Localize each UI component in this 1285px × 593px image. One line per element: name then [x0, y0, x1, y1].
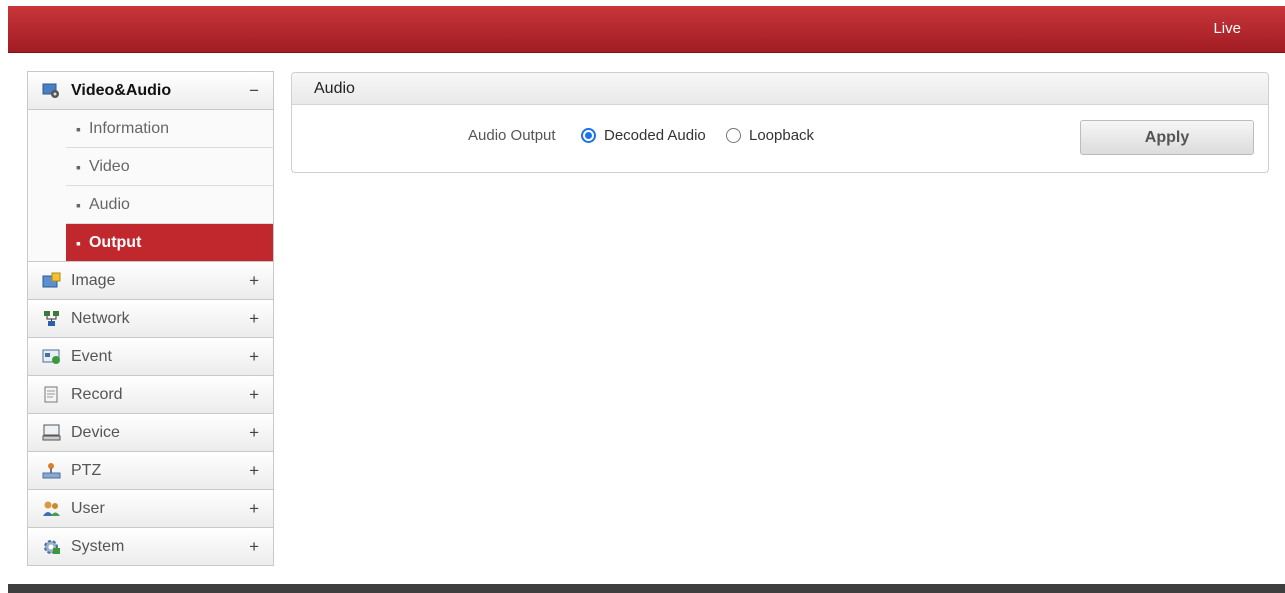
audio-settings-panel: Audio Audio Output Decoded Audio Loopbac…: [291, 72, 1269, 173]
apply-button[interactable]: Apply: [1080, 120, 1254, 155]
sidebar-menu: Video&Audio − ▪ Information ▪ Video ▪ Au…: [27, 71, 274, 566]
sidebar-item-label: Output: [88, 233, 142, 251]
sidebar-group-ptz[interactable]: PTZ +: [27, 451, 274, 490]
user-icon: [42, 500, 61, 517]
decoded-audio-label[interactable]: Decoded Audio: [604, 127, 706, 144]
live-link[interactable]: Live: [1213, 20, 1241, 37]
expand-icon[interactable]: +: [249, 461, 259, 481]
collapse-icon[interactable]: −: [249, 81, 259, 101]
expand-icon[interactable]: +: [249, 499, 259, 519]
sidebar-group-label: Record: [71, 385, 123, 403]
sidebar-group-label: System: [71, 537, 125, 555]
loopback-radio[interactable]: [726, 128, 741, 143]
sidebar-group-event[interactable]: Event +: [27, 337, 274, 376]
sidebar-group-label: Event: [71, 347, 112, 365]
sidebar-group-network[interactable]: Network +: [27, 299, 274, 338]
sidebar-item-video[interactable]: ▪ Video: [66, 148, 273, 186]
sidebar-group-image[interactable]: Image +: [27, 261, 274, 300]
sidebar-item-output[interactable]: ▪ Output: [66, 224, 273, 262]
bullet-icon: ▪: [76, 196, 81, 213]
sidebar-group-label: User: [71, 499, 105, 517]
expand-icon[interactable]: +: [249, 347, 259, 367]
ptz-icon: [42, 462, 61, 479]
event-icon: [42, 348, 61, 365]
footer-bar: [8, 584, 1285, 593]
system-icon: [42, 538, 61, 555]
sidebar-item-audio[interactable]: ▪ Audio: [66, 186, 273, 224]
sidebar-group-label: PTZ: [71, 461, 102, 479]
loopback-label[interactable]: Loopback: [749, 127, 814, 144]
decoded-audio-radio[interactable]: [581, 128, 596, 143]
device-icon: [42, 424, 61, 441]
sidebar-group-record[interactable]: Record +: [27, 375, 274, 414]
bullet-icon: ▪: [76, 234, 81, 251]
expand-icon[interactable]: +: [249, 423, 259, 443]
bullet-icon: ▪: [76, 120, 81, 137]
sidebar-group-label: Device: [71, 423, 120, 441]
sidebar-group-system[interactable]: System +: [27, 527, 274, 566]
video-audio-icon: [42, 82, 61, 99]
expand-icon[interactable]: +: [249, 385, 259, 405]
sidebar-item-label: Video: [88, 157, 130, 175]
sidebar-item-label: Audio: [88, 195, 130, 213]
expand-icon[interactable]: +: [249, 537, 259, 557]
bullet-icon: ▪: [76, 158, 81, 175]
expand-icon[interactable]: +: [249, 309, 259, 329]
sidebar-group-label: Image: [71, 271, 116, 289]
sidebar-group-label: Network: [71, 309, 130, 327]
sidebar-group-label: Video&Audio: [71, 81, 172, 99]
sidebar-group-user[interactable]: User +: [27, 489, 274, 528]
sidebar-item-label: Information: [88, 119, 170, 137]
image-icon: [42, 272, 61, 289]
panel-title: Audio: [292, 73, 1268, 105]
expand-icon[interactable]: +: [249, 271, 259, 291]
sidebar-item-information[interactable]: ▪ Information: [66, 110, 273, 148]
sidebar-group-video-audio[interactable]: Video&Audio −: [27, 71, 274, 110]
network-icon: [42, 310, 61, 327]
record-icon: [42, 386, 61, 403]
sidebar-group-device[interactable]: Device +: [27, 413, 274, 452]
audio-output-label: Audio Output: [468, 127, 556, 144]
top-header-bar: Live: [8, 6, 1285, 53]
sidebar-submenu: ▪ Information ▪ Video ▪ Audio ▪ Output: [27, 110, 274, 262]
